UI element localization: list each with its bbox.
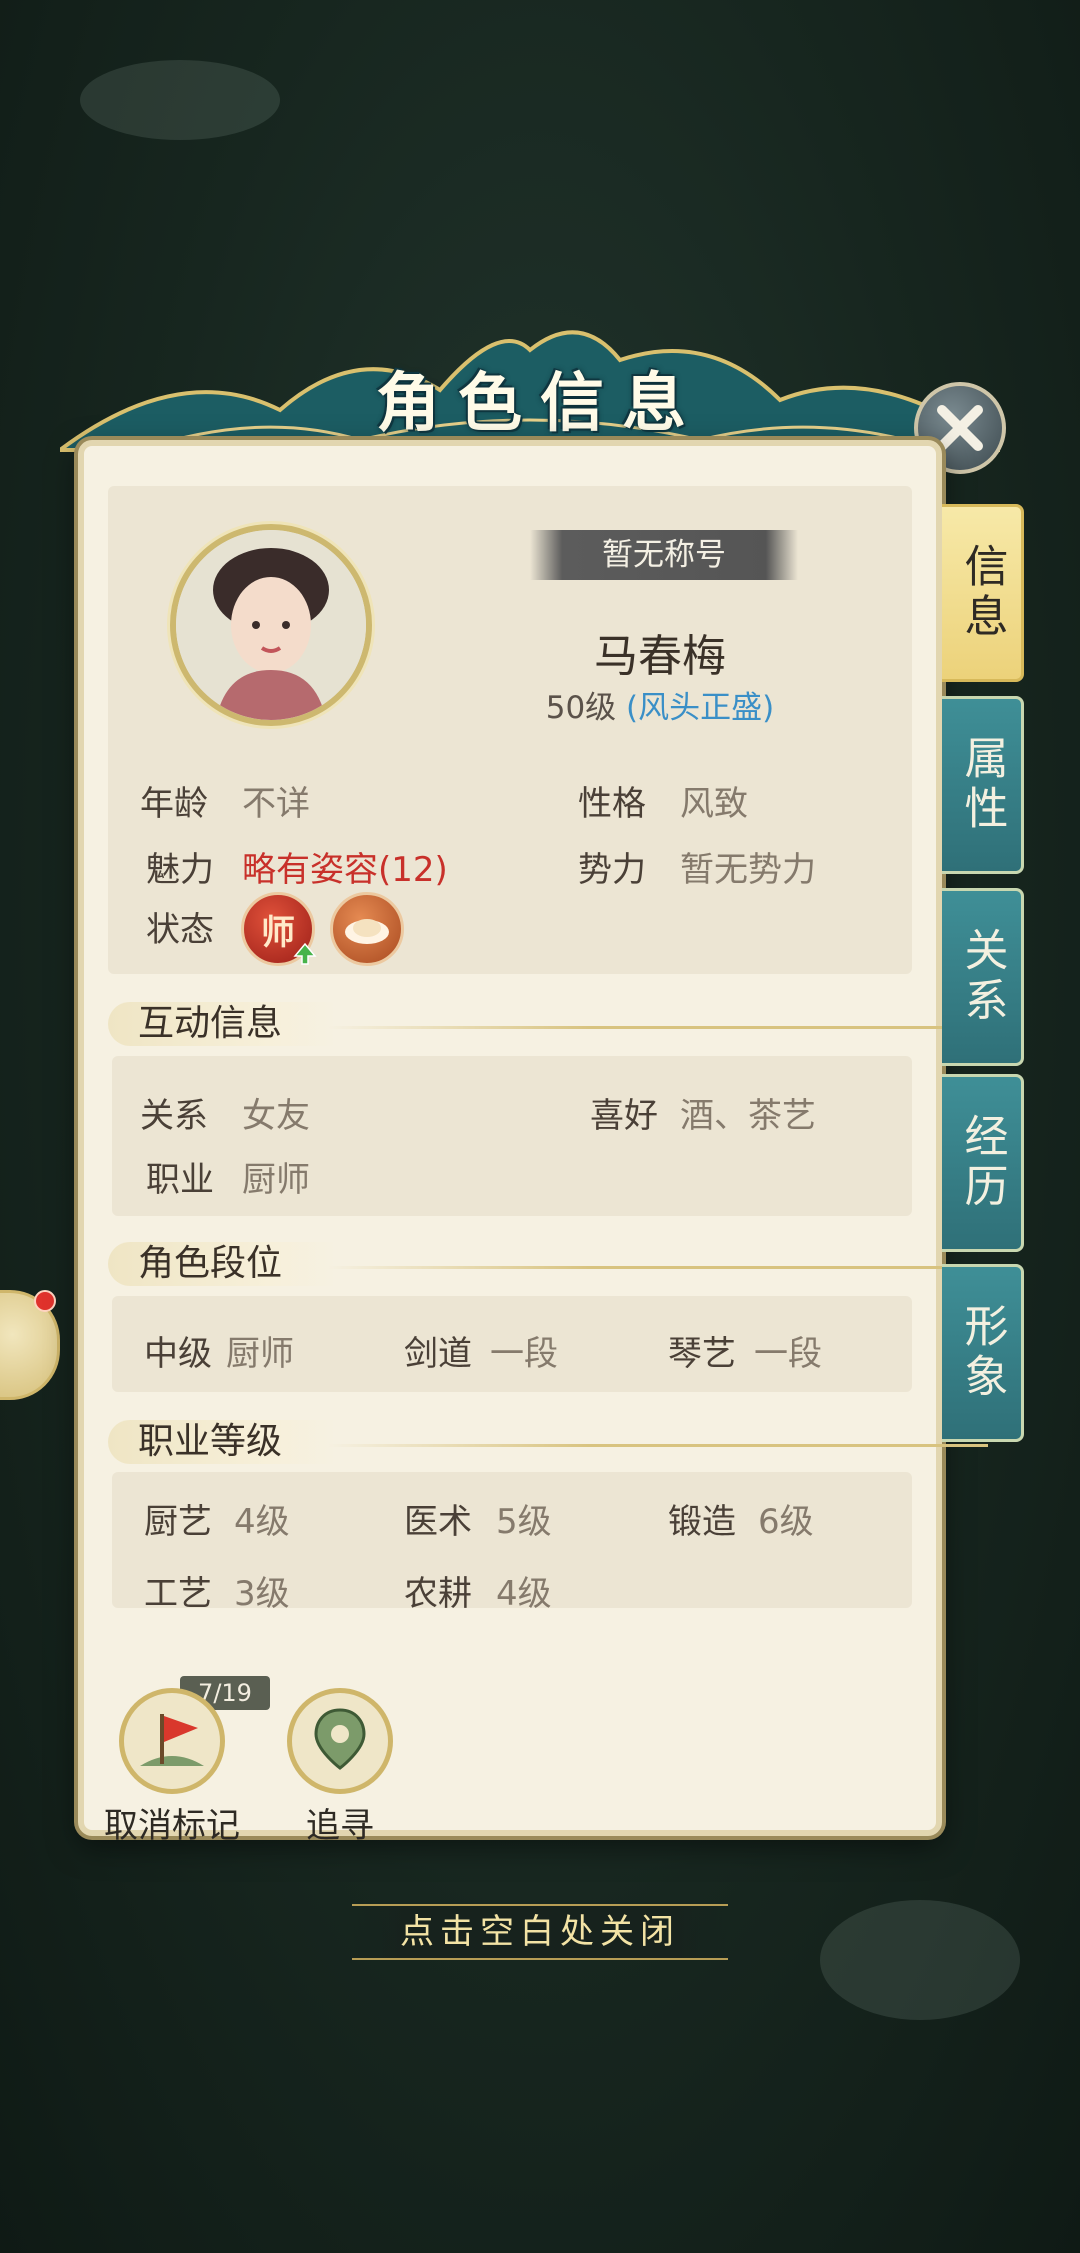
skill-value: 3级 <box>234 1574 290 1614</box>
skill-value: 4级 <box>496 1574 552 1614</box>
tab-attributes[interactable]: 属性 <box>942 696 1024 874</box>
track-label: 追寻 <box>306 1806 374 1846</box>
skill-label: 医术 <box>404 1502 472 1542</box>
age-label: 年龄 <box>140 784 208 824</box>
unmark-label: 取消标记 <box>104 1806 240 1846</box>
job-value: 厨师 <box>242 1160 310 1200</box>
track-icon-ring <box>287 1688 393 1794</box>
arrow-up-icon <box>293 942 317 965</box>
tab-relations[interactable]: 关系 <box>942 888 1024 1066</box>
personality-value: 风致 <box>680 784 748 824</box>
rank-item-value: 一段 <box>490 1334 558 1374</box>
relation-label: 关系 <box>140 1096 208 1136</box>
skill-label: 厨艺 <box>144 1502 212 1542</box>
skill-label: 工艺 <box>144 1574 212 1614</box>
skill-value: 5级 <box>496 1502 552 1542</box>
fame-status: (风头正盛) <box>626 690 775 726</box>
rank-item-label: 中级 <box>144 1334 212 1374</box>
tab-history[interactable]: 经历 <box>942 1074 1024 1252</box>
background-scenery <box>820 1900 1020 2020</box>
close-icon <box>937 405 983 451</box>
faction-label: 势力 <box>578 850 646 890</box>
skill-label: 农耕 <box>404 1574 472 1614</box>
skills-title: 职业等级 <box>138 1421 283 1462</box>
skill-value: 6级 <box>758 1502 814 1542</box>
rank-title: 角色段位 <box>138 1243 283 1284</box>
faction-value: 暂无势力 <box>680 850 816 890</box>
unmark-icon-ring <box>119 1688 225 1794</box>
hobby-label: 喜好 <box>590 1096 658 1136</box>
skill-value: 4级 <box>234 1502 290 1542</box>
rank-item-label: 琴艺 <box>668 1334 736 1374</box>
skill-label: 锻造 <box>668 1502 736 1542</box>
relation-value: 女友 <box>242 1096 310 1136</box>
character-level: 50级 (风头正盛) <box>480 682 840 727</box>
location-pin-icon <box>314 1708 366 1770</box>
age-value: 不详 <box>242 784 310 824</box>
tab-info[interactable]: 信息 <box>942 504 1024 682</box>
section-divider <box>328 1444 988 1447</box>
track-button[interactable]: 追寻 <box>270 1688 410 1847</box>
food-badge-icon[interactable] <box>330 892 404 966</box>
rank-item-value: 厨师 <box>226 1334 294 1374</box>
avatar <box>170 524 372 726</box>
charm-value: 略有姿容(12) <box>242 850 448 890</box>
rank-item-value: 一段 <box>754 1334 822 1374</box>
section-divider <box>328 1026 988 1029</box>
tab-appearance[interactable]: 形象 <box>942 1264 1024 1442</box>
close-hint[interactable]: 点击空白处关闭 <box>352 1904 728 1960</box>
level-value: 50级 <box>545 690 617 726</box>
personality-label: 性格 <box>578 784 646 824</box>
section-divider <box>328 1266 988 1269</box>
status-label: 状态 <box>146 910 214 950</box>
flag-icon <box>140 1714 204 1766</box>
dish-icon <box>345 919 389 944</box>
notification-dot <box>34 1290 56 1312</box>
interaction-section-header: 互动信息 <box>108 996 988 1052</box>
hobby-value: 酒、茶艺 <box>680 1096 816 1136</box>
unmark-button[interactable]: 取消标记 <box>92 1688 252 1847</box>
rank-section-header: 角色段位 <box>108 1236 988 1292</box>
character-name: 马春梅 <box>594 631 726 682</box>
charm-label: 魅力 <box>146 850 214 890</box>
interaction-title: 互动信息 <box>138 1003 283 1044</box>
master-badge-text: 师 <box>261 912 295 953</box>
rank-item-label: 剑道 <box>404 1334 472 1374</box>
skills-section-header: 职业等级 <box>108 1414 988 1470</box>
job-label: 职业 <box>146 1160 214 1200</box>
background-scenery <box>80 60 280 140</box>
title-tag: 暂无称号 <box>530 530 798 580</box>
